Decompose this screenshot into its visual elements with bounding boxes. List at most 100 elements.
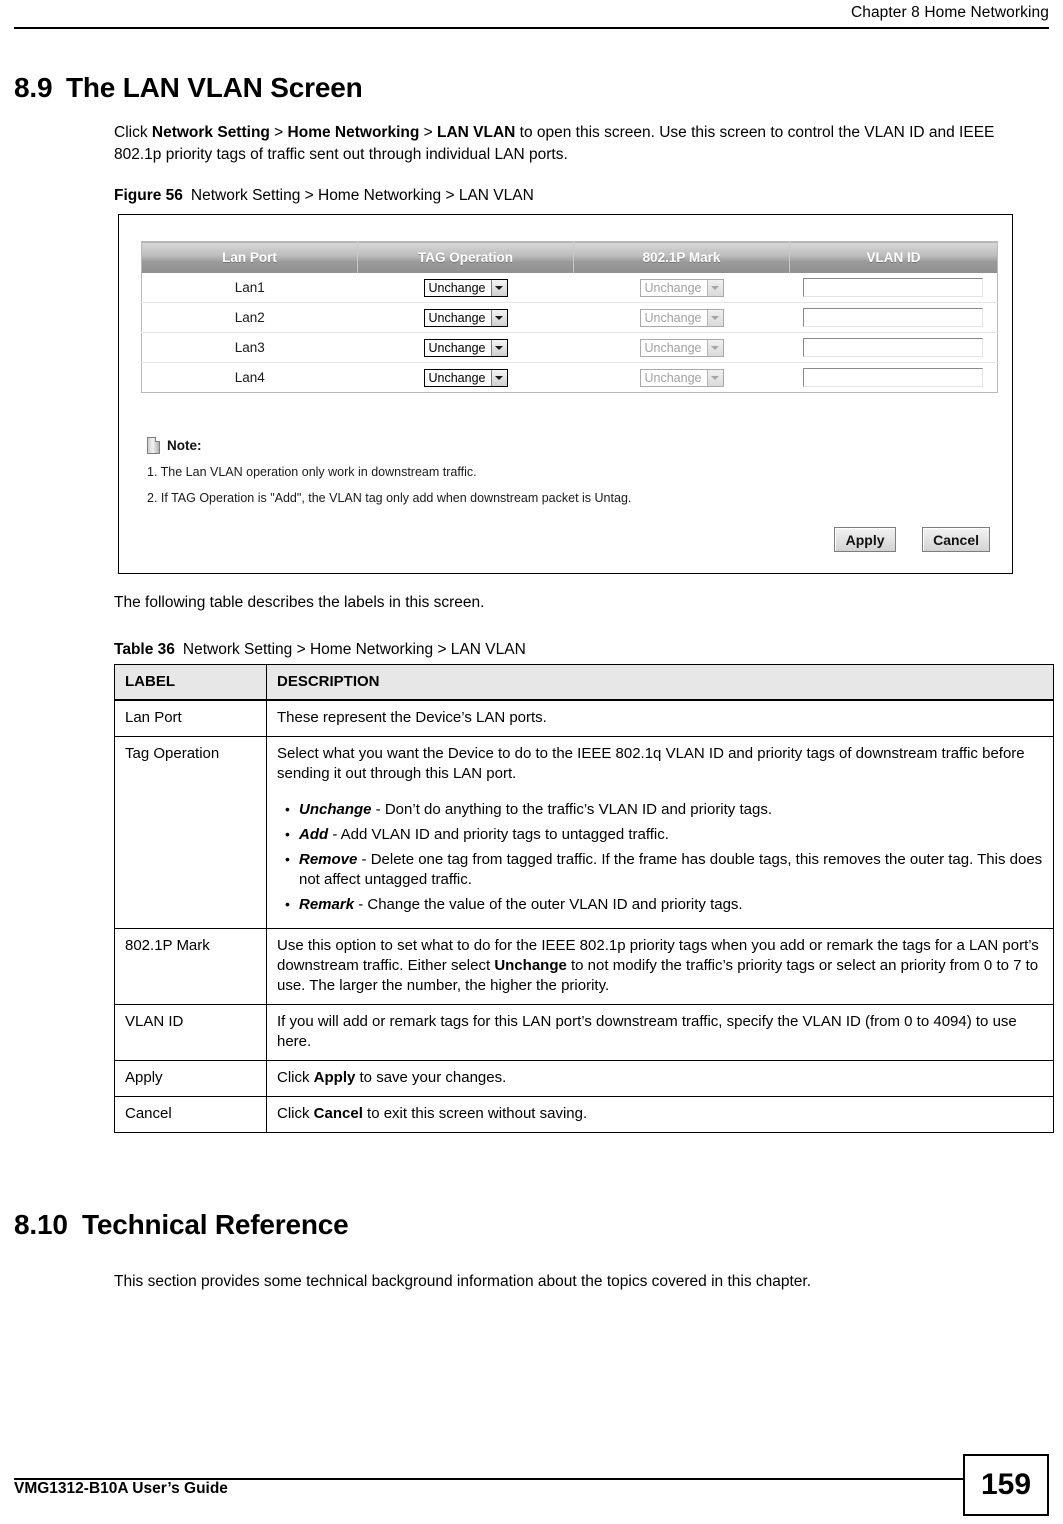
table-caption-text: Network Setting > Home Networking > LAN … (182, 641, 526, 659)
chevron-down-icon (490, 309, 507, 326)
chevron-down-icon (706, 309, 723, 326)
desc-row-label-vlan-id: VLAN ID (114, 1004, 267, 1062)
vlan-id-input-lan3[interactable] (803, 338, 984, 358)
desc-header-description: DESCRIPTION (266, 664, 1054, 702)
section-body-8-9: Click Network Setting > Home Networking … (114, 122, 1012, 206)
tag-operation-select-lan3[interactable]: Unchange (423, 338, 508, 357)
figure-caption: Figure 56 Network Setting > Home Networki… (114, 186, 1012, 206)
table-row: Apply Click Apply to save your changes. (114, 1060, 1054, 1098)
option-term-add: Add (299, 826, 329, 844)
section-heading-8-10: 8.10 Technical Reference (14, 1209, 1063, 1241)
option-term-remove: Remove (299, 851, 358, 869)
vlan-id-cell-4 (790, 363, 998, 393)
tag-operation-description: Select what you want the Device to do to… (277, 745, 1025, 783)
page-running-header: Chapter 8 Home Networking (0, 0, 1063, 30)
section-body-8-10: This section provides some technical bac… (114, 1271, 1012, 1293)
section-number: 8.9 (14, 72, 53, 103)
chevron-down-icon (490, 369, 507, 386)
table-intro-wrapper: The following table describes the labels… (114, 592, 1012, 660)
intro-bold-network-setting: Network Setting (151, 124, 270, 142)
apply-button[interactable]: Apply (834, 527, 897, 553)
intro-text-2: > (269, 124, 288, 142)
tag-operation-option-list: Unchange - Don’t do anything to the traf… (277, 799, 1043, 915)
mark-cell-1: Unchange (573, 273, 790, 304)
option-text-unchange: - Don’t do anything to the traffic’s VLA… (371, 801, 772, 819)
mark-cell-4: Unchange (574, 363, 790, 393)
page-footer: VMG1312-B10A User’s Guide 159 (0, 1454, 1063, 1524)
page-content: 8.9 The LAN VLAN Screen Click Network Set… (0, 56, 1063, 1293)
desc-row-label-cancel: Cancel (114, 1096, 267, 1133)
mark-desc-bold: Unchange (494, 957, 567, 975)
option-text-remark: - Change the value of the outer VLAN ID … (354, 896, 743, 914)
tag-operation-select-value-2: Unchange (428, 310, 486, 325)
vlan-id-input-lan4[interactable] (803, 368, 984, 388)
tag-operation-cell-4: Unchange (358, 363, 574, 393)
lan-port-label-4: Lan4 (234, 370, 265, 386)
mark-cell-3: Unchange (573, 332, 790, 364)
intro-bold-lan-vlan: LAN VLAN (436, 124, 516, 142)
list-item: Unchange - Don’t do anything to the traf… (285, 799, 1043, 820)
802-1p-mark-select-value-3: Unchange (644, 340, 702, 355)
vlan-id-cell-2 (789, 302, 998, 334)
tag-operation-select-lan1[interactable]: Unchange (423, 278, 508, 297)
cancel-button[interactable]: Cancel (922, 527, 990, 553)
note-block: Note: 1. The Lan VLAN operation only wor… (147, 437, 947, 506)
column-header-802-1p-mark: 802.1P Mark (573, 241, 790, 274)
802-1p-mark-select-lan4[interactable]: Unchange (639, 368, 724, 387)
tag-operation-select-lan4[interactable]: Unchange (423, 368, 508, 387)
section2-title: Technical Reference (82, 1209, 349, 1241)
802-1p-mark-select-lan1[interactable]: Unchange (639, 278, 724, 297)
desc-row-text-vlan-id: If you will add or remark tags for this … (266, 1004, 1054, 1062)
mark-cell-2: Unchange (573, 302, 790, 334)
label-description-table: LABEL DESCRIPTION Lan Port These represe… (114, 664, 1054, 1134)
table-row: Lan4 Unchange Unchange (142, 363, 998, 393)
vlan-id-input-lan1[interactable] (803, 278, 984, 298)
802-1p-mark-select-value-2: Unchange (644, 310, 702, 325)
table-header-row: Lan Port TAG Operation 802.1P Mark VLAN … (141, 241, 998, 274)
802-1p-mark-select-lan3[interactable]: Unchange (639, 338, 724, 357)
chevron-down-icon (706, 339, 723, 356)
tag-operation-select-value-1: Unchange (428, 280, 486, 295)
list-item: Remove - Delete one tag from tagged traf… (285, 849, 1043, 890)
vlan-id-input-lan2[interactable] (803, 308, 984, 328)
footer-guide-title: VMG1312-B10A User’s Guide (14, 1480, 228, 1497)
lan-port-label-2: Lan2 (141, 302, 358, 334)
tag-operation-select-value-4: Unchange (428, 370, 486, 385)
section-title: The LAN VLAN Screen (66, 72, 363, 103)
802-1p-mark-select-value-1: Unchange (644, 280, 702, 295)
desc-table-header-row: LABEL DESCRIPTION (114, 664, 1054, 702)
802-1p-mark-select-lan2[interactable]: Unchange (639, 308, 724, 327)
vlan-id-cell-3 (789, 332, 998, 364)
table-row: Cancel Click Cancel to exit this screen … (114, 1096, 1054, 1133)
column-header-tag-operation: TAG Operation (357, 241, 574, 274)
chevron-down-icon (706, 369, 723, 386)
cancel-desc-part2: to exit this screen without saving. (362, 1105, 588, 1123)
tag-operation-cell-3: Unchange (357, 332, 574, 364)
chevron-down-icon (490, 339, 507, 356)
table-row: Lan2 Unchange Unchange (141, 302, 998, 334)
option-term-remark: Remark (299, 896, 355, 914)
note-header: Note: (147, 437, 947, 455)
tag-operation-cell-1: Unchange (357, 273, 574, 304)
table-row: 802.1P Mark Use this option to set what … (114, 928, 1054, 1006)
screenshot-button-row: Apply Cancel (834, 527, 990, 553)
table-label: Table 36 (114, 641, 175, 659)
lan-vlan-config-table: Lan Port TAG Operation 802.1P Mark VLAN … (141, 241, 998, 394)
list-item: Add - Add VLAN ID and priority tags to u… (285, 824, 1043, 845)
section2-paragraph: This section provides some technical bac… (114, 1273, 812, 1291)
chevron-down-icon (490, 279, 507, 296)
table-caption: Table 36 Network Setting > Home Networkin… (114, 640, 1012, 660)
cancel-desc-part1: Click (277, 1105, 314, 1123)
note-title: Note: (167, 438, 202, 454)
chevron-down-icon (706, 279, 723, 296)
apply-desc-part1: Click (277, 1069, 314, 1087)
option-text-remove: - Delete one tag from tagged traffic. If… (299, 851, 1043, 889)
table-row: Tag Operation Select what you want the D… (114, 736, 1054, 930)
lan-port-label-3: Lan3 (141, 332, 358, 364)
apply-desc-bold: Apply (313, 1069, 356, 1087)
intro-bold-home-networking: Home Networking (287, 124, 420, 142)
desc-row-label-802-1p-mark: 802.1P Mark (114, 928, 267, 1006)
tag-operation-select-lan2[interactable]: Unchange (423, 308, 508, 327)
table-row: Lan1 Unchange Unchange (141, 273, 998, 304)
desc-row-text-cancel: Click Cancel to exit this screen without… (267, 1097, 1054, 1133)
